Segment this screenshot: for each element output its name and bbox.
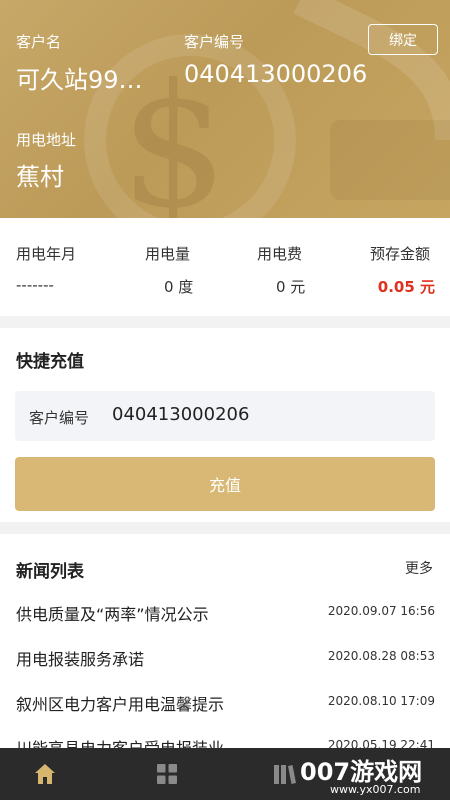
news-section: 新闻列表 更多 供电质量及“两率”情况公示 2020.09.07 16:56 用… — [0, 534, 450, 748]
month-value: ------- — [16, 276, 54, 294]
news-item-date: 2020.08.28 08:53 — [327, 649, 435, 663]
more-link[interactable]: 更多 — [405, 558, 433, 578]
usage-label: 用电量 — [145, 245, 191, 263]
watermark-logo: 007游戏网 — [300, 758, 423, 786]
customer-number-field[interactable]: 客户编号 040413000206 — [15, 391, 435, 441]
bind-button[interactable]: 绑定 — [368, 24, 438, 55]
books-icon — [274, 765, 296, 784]
usage-summary: 用电年月 用电量 用电费 预存金额 ------- 0 度 0 元 0.05 元 — [0, 218, 450, 316]
home-icon — [35, 764, 55, 784]
customer-number-value: 040413000206 — [184, 60, 368, 88]
news-title: 新闻列表 — [16, 562, 84, 582]
news-item-date: 2020.09.07 16:56 — [327, 604, 435, 618]
news-item[interactable]: 川能高县电力客户受电报装业 2020.05.19 22:41 — [0, 735, 450, 748]
fee-value: 0 元 — [276, 278, 306, 296]
news-item[interactable]: 供电质量及“两率”情况公示 2020.09.07 16:56 — [0, 601, 450, 641]
news-item[interactable]: 叙州区电力客户用电温馨提示 2020.08.10 17:09 — [0, 691, 450, 731]
field-value: 040413000206 — [112, 404, 250, 425]
customer-name-value: 可久站99… — [16, 66, 143, 94]
news-item-date: 2020.05.19 22:41 — [327, 738, 435, 748]
news-item-date: 2020.08.10 17:09 — [327, 694, 435, 708]
usage-value: 0 度 — [164, 278, 194, 296]
watermark-url: www.yx007.com — [330, 783, 421, 796]
grid-icon — [157, 764, 177, 784]
month-label: 用电年月 — [16, 245, 77, 263]
customer-number-label: 客户编号 — [184, 33, 245, 51]
news-item-title: 叙州区电力客户用电温馨提示 — [16, 695, 225, 714]
account-header: $ 客户名 可久站99… 客户编号 040413000206 绑定 用电地址 蕉… — [0, 0, 450, 218]
field-label: 客户编号 — [29, 409, 90, 427]
tab-home[interactable] — [0, 748, 90, 800]
address-value: 蕉村 — [16, 163, 64, 191]
customer-name-label: 客户名 — [16, 33, 62, 51]
quick-recharge-section: 快捷充值 客户编号 040413000206 充值 — [0, 328, 450, 522]
tab-services[interactable] — [122, 748, 212, 800]
news-item-title: 供电质量及“两率”情况公示 — [16, 605, 209, 624]
fee-label: 用电费 — [257, 245, 303, 263]
news-item[interactable]: 用电报装服务承诺 2020.08.28 08:53 — [0, 646, 450, 686]
deposit-label: 预存金额 — [370, 245, 431, 263]
recharge-button[interactable]: 充值 — [15, 457, 435, 511]
address-label: 用电地址 — [16, 131, 77, 149]
deposit-value: 0.05 元 — [377, 278, 435, 296]
quick-recharge-title: 快捷充值 — [16, 352, 84, 372]
news-item-title: 用电报装服务承诺 — [16, 650, 145, 669]
news-item-title: 川能高县电力客户受电报装业 — [16, 735, 224, 748]
